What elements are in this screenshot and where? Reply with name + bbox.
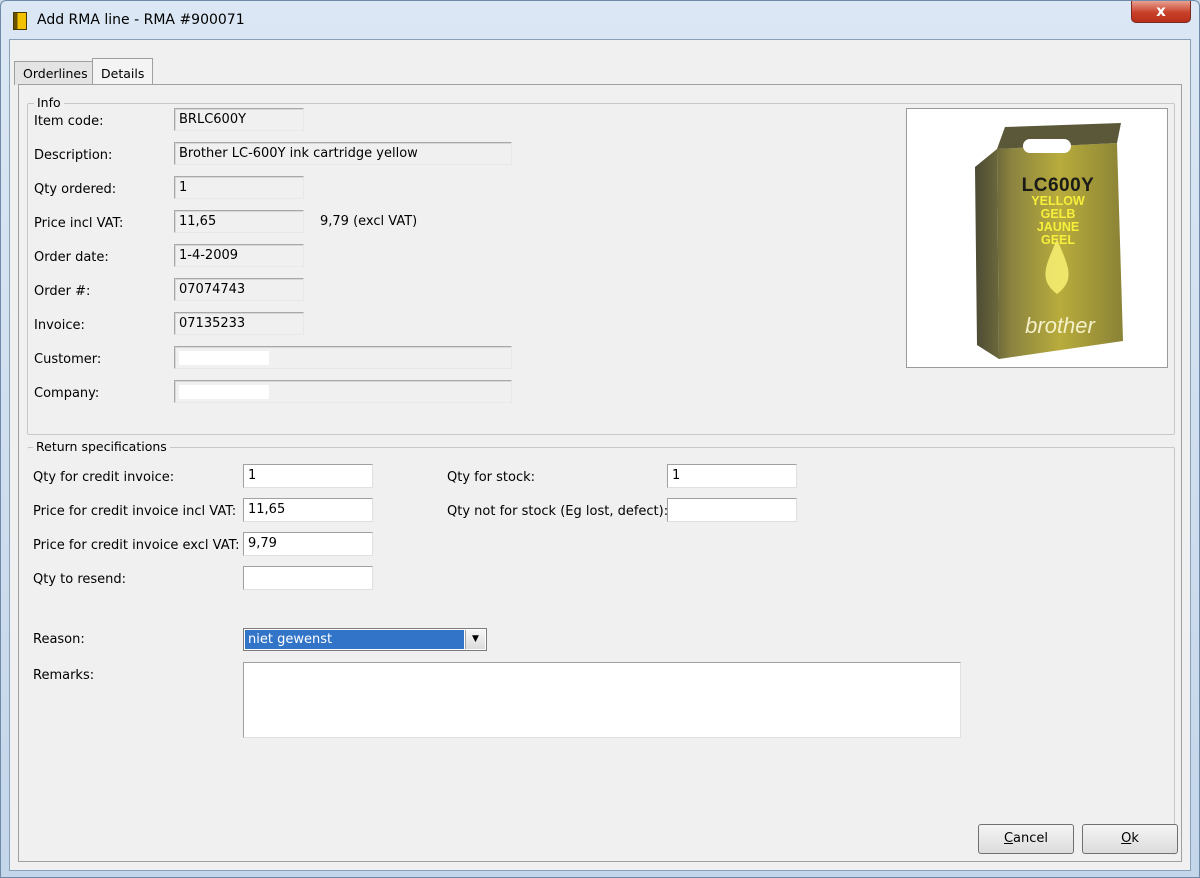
- brand-logo: brother: [1025, 313, 1095, 338]
- qty-credit-invoice-input[interactable]: 1: [243, 464, 373, 488]
- reason-selected-value: niet gewenst: [245, 630, 464, 649]
- price-excl-vat-text: 9,79 (excl VAT): [320, 214, 418, 229]
- title-bar: Add RMA line - RMA #900071 x: [1, 1, 1199, 39]
- price-credit-incl-input[interactable]: 11,65: [243, 498, 373, 522]
- company-field: [174, 380, 512, 403]
- info-group: Info Item code: BRLC600Y Description: Br…: [27, 95, 1175, 435]
- qty-ordered-label: Qty ordered:: [34, 182, 117, 197]
- description-label: Description:: [34, 148, 113, 163]
- remarks-label: Remarks:: [33, 668, 95, 683]
- dialog-client-area: Orderlines Details Info Item code: BRLC6…: [9, 39, 1191, 871]
- order-number-label: Order #:: [34, 284, 91, 299]
- order-date-label: Order date:: [34, 250, 109, 265]
- app-icon: [13, 12, 27, 30]
- customer-field: [174, 346, 512, 369]
- rma-dialog-window: Add RMA line - RMA #900071 x Orderlines …: [0, 0, 1200, 878]
- description-field: Brother LC-600Y ink cartridge yellow: [174, 142, 512, 165]
- price-incl-vat-field: 11,65: [174, 210, 304, 233]
- remarks-textarea[interactable]: [243, 662, 961, 738]
- reason-dropdown[interactable]: niet gewenst ▼: [243, 628, 487, 651]
- ok-button[interactable]: Ok: [1082, 824, 1178, 854]
- order-date-field: 1-4-2009: [174, 244, 304, 267]
- window-title: Add RMA line - RMA #900071: [37, 12, 245, 28]
- details-tab-panel: Info Item code: BRLC600Y Description: Br…: [18, 84, 1182, 862]
- redacted-mask: [179, 350, 269, 365]
- info-legend: Info: [34, 95, 64, 110]
- chevron-down-icon[interactable]: ▼: [465, 630, 485, 649]
- close-button[interactable]: x: [1131, 1, 1191, 23]
- invoice-label: Invoice:: [34, 318, 85, 333]
- price-credit-incl-label: Price for credit invoice incl VAT:: [33, 504, 237, 519]
- product-color-names: YELLOW GELB JAUNE GEEL: [1031, 194, 1085, 247]
- product-image: LC600Y YELLOW GELB JAUNE GEEL brother: [906, 108, 1168, 368]
- qty-stock-label: Qty for stock:: [447, 470, 536, 485]
- price-credit-excl-input[interactable]: 9,79: [243, 532, 373, 556]
- qty-ordered-field: 1: [174, 176, 304, 199]
- company-label: Company:: [34, 386, 100, 401]
- redacted-mask: [179, 384, 269, 399]
- invoice-field: 07135233: [174, 312, 304, 335]
- tab-details[interactable]: Details: [92, 58, 154, 85]
- order-number-field: 07074743: [174, 278, 304, 301]
- return-specifications-group: Return specifications Qty for credit inv…: [27, 439, 1175, 855]
- tab-orderlines[interactable]: Orderlines: [14, 61, 97, 85]
- return-specs-legend: Return specifications: [33, 439, 170, 454]
- item-code-field: BRLC600Y: [174, 108, 304, 131]
- hang-tab-hole: [1023, 139, 1071, 153]
- reason-label: Reason:: [33, 632, 85, 647]
- qty-resend-label: Qty to resend:: [33, 572, 127, 587]
- item-code-label: Item code:: [34, 114, 104, 129]
- qty-resend-input[interactable]: [243, 566, 373, 590]
- cancel-button[interactable]: Cancel: [978, 824, 1074, 854]
- customer-label: Customer:: [34, 352, 102, 367]
- qty-stock-input[interactable]: 1: [667, 464, 797, 488]
- qty-credit-invoice-label: Qty for credit invoice:: [33, 470, 175, 485]
- qty-not-stock-label: Qty not for stock (Eg lost, defect):: [447, 504, 669, 519]
- price-incl-vat-label: Price incl VAT:: [34, 216, 124, 231]
- price-credit-excl-label: Price for credit invoice excl VAT:: [33, 538, 240, 553]
- qty-not-stock-input[interactable]: [667, 498, 797, 522]
